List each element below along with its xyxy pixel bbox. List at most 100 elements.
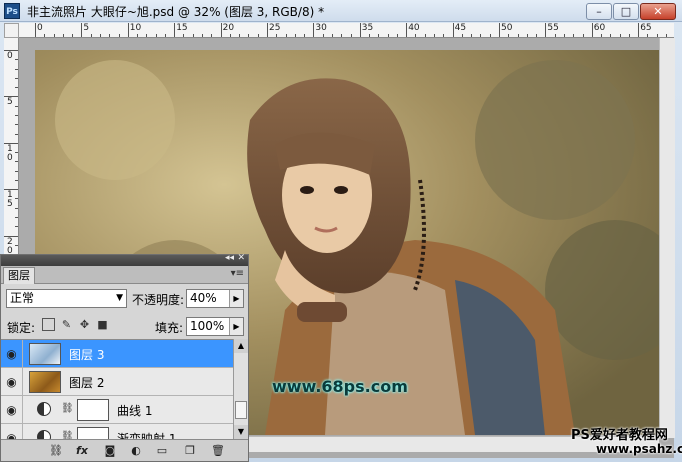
ruler-label: 20 — [222, 23, 235, 33]
opacity-field[interactable]: 40% ▶ — [186, 289, 244, 308]
ruler-label: 50 — [501, 23, 513, 33]
fx-icon[interactable]: fx — [73, 443, 91, 459]
scroll-thumb[interactable] — [235, 401, 247, 419]
ruler-tick — [81, 23, 83, 37]
chevron-down-icon: ▼ — [116, 293, 123, 303]
ruler-tick — [499, 23, 500, 37]
ruler-label: 15 — [7, 190, 13, 210]
panel-tab-row: 图层 ▾≡ — [1, 266, 248, 284]
ruler-label: 0 — [37, 23, 43, 33]
watermark-site-name: PS爱好者教程网 — [571, 428, 668, 443]
visibility-eye-icon[interactable]: ◉ — [1, 424, 23, 439]
lock-image-pixels-icon[interactable]: ✎ — [60, 318, 73, 331]
opacity-value: 40% — [190, 291, 217, 305]
ruler-tick — [313, 23, 315, 37]
adjustment-layer-icon[interactable]: ◐ — [127, 443, 145, 459]
opacity-slider-arrow-icon[interactable]: ▶ — [229, 290, 243, 307]
ruler-label: 10 — [129, 23, 142, 33]
ruler-tick — [174, 23, 176, 37]
lock-label: 锁定: — [7, 321, 36, 335]
layer-row[interactable]: ◉ ⛓ 渐变映射 1 — [1, 424, 233, 439]
ruler-label: 60 — [593, 23, 606, 33]
ruler-tick — [127, 23, 129, 37]
layer-name: 渐变映射 1 — [117, 432, 177, 439]
ruler-label: 5 — [7, 97, 13, 108]
ruler-label: 25 — [269, 23, 281, 33]
fill-label: 填充: — [155, 321, 184, 335]
watermark-site-url: www.psahz.com — [596, 442, 682, 456]
horizontal-ruler[interactable]: 0 5 10 15 20 25 30 35 40 45 50 55 60 65 — [19, 23, 674, 38]
layer-row[interactable]: ◉ ⛓ 曲线 1 — [1, 396, 233, 424]
link-layers-icon[interactable]: ⛓ — [47, 443, 65, 459]
lock-all-icon[interactable]: ■ — [96, 318, 109, 331]
ruler-tick — [452, 23, 454, 37]
scroll-down-icon[interactable]: ▼ — [234, 425, 248, 439]
adjustment-layer-icon — [37, 430, 51, 439]
photoshop-window: Ps 非主流照片 大眼仔~旭.psd @ 32% (图层 3, RGB/8) *… — [0, 0, 682, 462]
close-button[interactable]: ✕ — [640, 3, 676, 20]
layer-thumbnail — [29, 343, 61, 365]
layer-name: 曲线 1 — [117, 404, 153, 418]
ruler-label: 30 — [315, 23, 327, 33]
ruler-label: 35 — [361, 23, 374, 33]
ruler-tick — [406, 23, 408, 37]
ruler-label: 65 — [640, 23, 652, 33]
visibility-eye-icon[interactable]: ◉ — [1, 340, 23, 368]
layer-list: ◉ 图层 3 ◉ 图层 2 ◉ ⛓ 曲线 1 ◉ ⛓ 渐变映射 1 — [1, 339, 233, 439]
layer-mask-thumbnail[interactable] — [77, 427, 109, 439]
new-layer-icon[interactable]: ❐ — [181, 443, 199, 459]
blend-mode-select[interactable]: 正常 ▼ — [6, 289, 127, 308]
new-group-icon[interactable]: ▭ — [153, 443, 171, 459]
blend-mode-value: 正常 — [10, 291, 35, 305]
fill-slider-arrow-icon[interactable]: ▶ — [229, 318, 243, 335]
photoshop-logo-icon: Ps — [4, 3, 20, 19]
layer-row[interactable]: ◉ 图层 2 — [1, 368, 233, 396]
ruler-tick — [545, 23, 547, 37]
layer-thumbnail — [29, 371, 61, 393]
document-title: 非主流照片 大眼仔~旭.psd @ 32% (图层 3, RGB/8) * — [27, 5, 325, 19]
collapse-panel-icon[interactable]: ◂◂ — [225, 253, 234, 263]
ruler-label: 5 — [83, 23, 90, 33]
link-icon[interactable]: ⛓ — [61, 403, 74, 414]
ruler-label: 10 — [7, 143, 13, 163]
link-icon[interactable]: ⛓ — [61, 431, 74, 439]
adjustment-layer-icon — [37, 402, 51, 416]
delete-icon[interactable]: 🗑 — [209, 443, 227, 459]
ruler-origin[interactable] — [4, 23, 19, 38]
lock-position-icon[interactable]: ✥ — [78, 318, 91, 331]
panel-header-bar[interactable]: ◂◂ ✕ — [1, 253, 248, 266]
scroll-up-icon[interactable]: ▲ — [234, 339, 248, 353]
ruler-label: 15 — [176, 23, 188, 33]
ruler-label: 45 — [454, 23, 467, 33]
maximize-button[interactable]: □ — [613, 3, 639, 20]
layer-name: 图层 2 — [69, 376, 105, 390]
ruler-label: 55 — [547, 23, 559, 33]
ruler-tick — [267, 23, 268, 37]
tab-layers[interactable]: 图层 — [3, 267, 35, 284]
visibility-eye-icon[interactable]: ◉ — [1, 368, 23, 396]
watermark-68ps: www.68ps.com — [272, 377, 408, 396]
panel-menu-icon[interactable]: ▾≡ — [231, 268, 244, 279]
fill-field[interactable]: 100% ▶ — [186, 317, 244, 336]
add-mask-icon[interactable]: ◙ — [101, 443, 119, 459]
minimize-button[interactable]: – — [586, 3, 612, 20]
ruler-tick — [359, 23, 361, 37]
layer-list-scrollbar[interactable]: ▲ ▼ — [233, 339, 248, 439]
layer-row[interactable]: ◉ 图层 3 — [1, 340, 233, 368]
visibility-eye-icon[interactable]: ◉ — [1, 396, 23, 424]
layer-mask-thumbnail[interactable] — [77, 399, 109, 421]
ruler-tick — [220, 23, 222, 37]
layer-name: 图层 3 — [69, 348, 105, 362]
ruler-tick — [591, 23, 593, 37]
ruler-label: 40 — [408, 23, 420, 33]
ruler-tick — [35, 23, 36, 37]
ruler-label: 0 — [7, 51, 13, 61]
vertical-scrollbar[interactable] — [659, 38, 675, 438]
opacity-label: 不透明度: — [132, 293, 185, 307]
lock-transparent-pixels-icon[interactable] — [42, 318, 55, 331]
panel-close-icon[interactable]: ✕ — [237, 253, 245, 263]
fill-value: 100% — [190, 319, 225, 333]
layers-panel: ◂◂ ✕ 图层 ▾≡ 正常 ▼ 不透明度: 40% ▶ 锁定: ✎ ✥ ■ 填充… — [0, 253, 249, 462]
title-bar[interactable]: Ps 非主流照片 大眼仔~旭.psd @ 32% (图层 3, RGB/8) *… — [0, 0, 682, 22]
panel-footer: ⛓ fx ◙ ◐ ▭ ❐ 🗑 — [1, 439, 248, 461]
